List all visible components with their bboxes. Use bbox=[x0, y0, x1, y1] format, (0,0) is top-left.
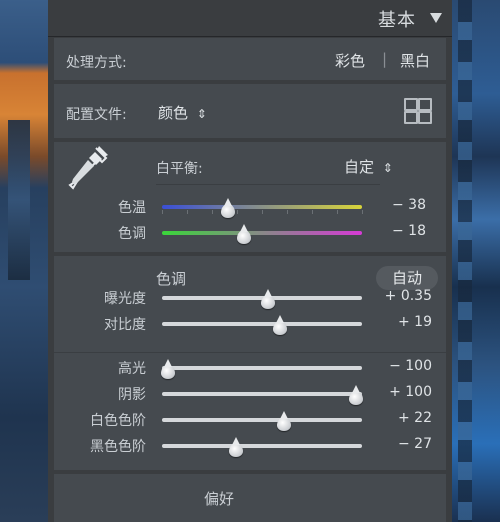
slider-label-contrast: 对比度 bbox=[104, 317, 146, 333]
divider bbox=[156, 184, 380, 185]
slider-label-temp: 色温 bbox=[118, 200, 146, 216]
contrast-value: + 19 bbox=[398, 314, 432, 330]
background-photo-left bbox=[0, 0, 48, 522]
highlights-slider-track[interactable] bbox=[162, 366, 362, 370]
white-balance-dropdown[interactable]: 自定 ⇕ bbox=[344, 156, 393, 177]
slider-label-whites: 白色色阶 bbox=[90, 413, 146, 429]
profile-browser-grid-icon[interactable] bbox=[404, 98, 432, 124]
profile-dropdown[interactable]: 颜色 ⇕ bbox=[158, 102, 207, 123]
slider-label-exposure: 曝光度 bbox=[104, 291, 146, 307]
temp-slider-track[interactable] bbox=[162, 205, 362, 209]
treatment-section: 处理方式: 彩色 | 黑白 bbox=[54, 38, 446, 80]
whites-slider-track[interactable] bbox=[162, 418, 362, 422]
blacks-slider-track[interactable] bbox=[162, 444, 362, 448]
slider-label-tint: 色调 bbox=[118, 226, 146, 242]
shadows-slider-track[interactable] bbox=[162, 392, 362, 396]
whites-value: + 22 bbox=[398, 410, 432, 426]
dropdown-arrows-icon: ⇕ bbox=[382, 161, 393, 175]
tint-slider-track[interactable] bbox=[162, 231, 362, 235]
white-balance-label: 白平衡: bbox=[156, 161, 203, 177]
blacks-value: − 27 bbox=[398, 436, 432, 452]
white-balance-section: 白平衡: 自定 ⇕ 色温 − 38 色调 − 18 bbox=[54, 142, 446, 252]
tint-value: − 18 bbox=[392, 223, 426, 239]
treatment-color-button[interactable]: 彩色 bbox=[335, 50, 365, 71]
temp-value: − 38 bbox=[392, 197, 426, 213]
tone-title: 色调 bbox=[156, 270, 187, 288]
slider-label-shadows: 阴影 bbox=[118, 387, 146, 403]
slider-label-highlights: 高光 bbox=[118, 361, 146, 377]
profile-section: 配置文件: 颜色 ⇕ bbox=[54, 84, 446, 138]
presence-section: 偏好 bbox=[54, 474, 446, 522]
temp-ticks bbox=[162, 210, 363, 214]
profile-label: 配置文件: bbox=[66, 107, 127, 123]
eyedropper-icon[interactable] bbox=[66, 144, 110, 194]
treatment-bw-button[interactable]: 黑白 bbox=[400, 50, 430, 71]
basic-panel: 基本 处理方式: 彩色 | 黑白 配置文件: 颜色 ⇕ 白平衡: 自定 ⇕ 色温… bbox=[48, 0, 452, 522]
highlights-value: − 100 bbox=[389, 358, 432, 374]
divider bbox=[54, 352, 446, 353]
treatment-label: 处理方式: bbox=[66, 55, 127, 71]
slider-label-blacks: 黑色色阶 bbox=[90, 439, 146, 455]
white-balance-value: 自定 bbox=[344, 158, 375, 176]
exposure-value: + 0.35 bbox=[384, 288, 432, 304]
presence-title: 偏好 bbox=[204, 490, 235, 508]
treatment-separator: | bbox=[382, 50, 388, 68]
panel-header[interactable]: 基本 bbox=[48, 0, 452, 37]
shadows-value: + 100 bbox=[389, 384, 432, 400]
profile-value: 颜色 bbox=[158, 104, 189, 122]
panel-title: 基本 bbox=[378, 10, 416, 31]
dropdown-arrows-icon: ⇕ bbox=[196, 107, 207, 121]
contrast-slider-track[interactable] bbox=[162, 322, 362, 326]
background-photo-right bbox=[452, 0, 500, 522]
auto-tone-button[interactable]: 自动 bbox=[376, 266, 438, 290]
collapse-triangle-icon[interactable] bbox=[430, 13, 442, 23]
